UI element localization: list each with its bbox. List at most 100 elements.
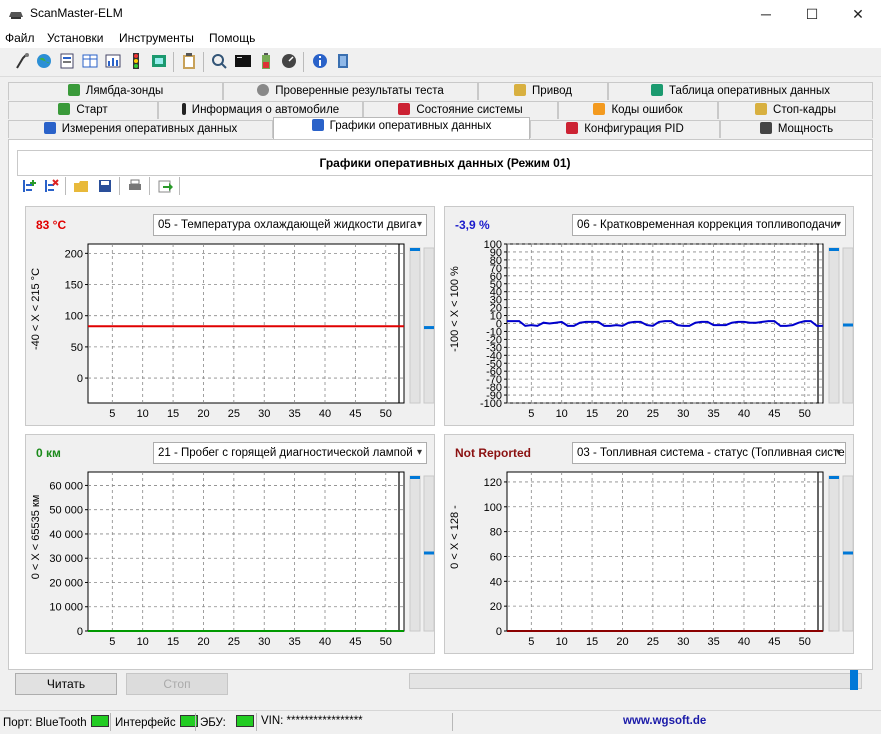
x-tick-label: 45 <box>768 636 780 648</box>
toolbar-separator <box>119 177 120 195</box>
x-tick-label: 15 <box>586 408 598 420</box>
add-graph-icon[interactable] <box>21 178 37 194</box>
connect-icon[interactable] <box>13 52 31 70</box>
exit-icon[interactable] <box>334 52 352 70</box>
menu-tools[interactable]: Инструменты <box>119 31 194 45</box>
menu-settings[interactable]: Установки <box>47 31 103 45</box>
x-tick-label: 30 <box>258 636 270 648</box>
document-icon[interactable] <box>58 52 76 70</box>
start-icon <box>58 103 71 115</box>
close-button[interactable]: ✕ <box>835 0 881 28</box>
tab-power[interactable]: Мощность <box>720 120 873 138</box>
x-tick-label: 5 <box>109 408 115 420</box>
x-tick-label: 50 <box>799 636 811 648</box>
plot-area <box>87 471 405 632</box>
y-tick-label: 40 000 <box>49 529 83 541</box>
ecu-led-icon <box>235 715 254 727</box>
warning-icon <box>593 103 606 115</box>
traffic-light-icon[interactable] <box>127 52 145 70</box>
x-tick-label: 45 <box>349 408 361 420</box>
gauge-marker <box>424 551 434 555</box>
search-monitor-icon[interactable] <box>210 52 228 70</box>
toolbar-separator <box>203 52 204 72</box>
y-tick-label: 200 <box>65 248 83 260</box>
tab-label: Стоп-кадры <box>773 104 836 116</box>
x-tick-label: 40 <box>738 408 750 420</box>
y-tick-label: 40 <box>490 576 502 588</box>
lambda-icon <box>67 84 80 96</box>
y-tick-label: 0 <box>77 373 83 385</box>
info-icon[interactable] <box>311 52 329 70</box>
chart-svg: 5 10 15 20 25 30 35 40 45 50-100-90-80-70-60-50-4… <box>480 239 854 420</box>
graph-icon <box>311 119 324 131</box>
tab-pid-config[interactable]: Конфигурация PID <box>530 120 720 138</box>
save-icon[interactable] <box>97 178 113 194</box>
menu-help[interactable]: Помощь <box>209 31 255 45</box>
maximize-button[interactable]: ☐ <box>789 0 835 28</box>
gauge-marker <box>843 551 853 555</box>
tab-freeze-frames[interactable]: Стоп-кадры <box>718 101 873 119</box>
tab-live-data-graphs[interactable]: Графики оперативных данных <box>273 117 530 139</box>
menu-file[interactable]: Файл <box>5 31 35 45</box>
print-icon[interactable] <box>127 178 143 194</box>
x-tick-label: 40 <box>319 408 331 420</box>
minimize-button[interactable]: ─ <box>743 0 789 28</box>
status-icon <box>398 103 411 115</box>
x-tick-label: 20 <box>197 636 209 648</box>
tab-start[interactable]: Старт <box>8 101 158 119</box>
x-tick-label: 50 <box>380 408 392 420</box>
chart-svg: 5 10 15 20 25 30 35 40 45 50 0 20 40 60 80 100 120 <box>484 471 854 648</box>
battery-icon[interactable] <box>257 52 275 70</box>
open-folder-icon[interactable] <box>73 178 89 194</box>
port-label: Порт: BlueTooth <box>3 717 87 729</box>
status-separator <box>195 713 196 731</box>
x-tick-label: 45 <box>349 636 361 648</box>
chart-panel-mil-distance: 0 км 21 - Пробег с горящей диагностическ… <box>25 434 435 654</box>
progress-slider-track[interactable] <box>409 673 862 689</box>
y-tick-label: 120 <box>484 477 502 489</box>
status-ecu: ЭБУ: <box>200 715 254 729</box>
tab-label: Информация о автомобиле <box>191 104 340 116</box>
tab-live-data-table[interactable]: Таблица оперативных данных <box>608 82 873 100</box>
interface-label: Интерфейс <box>115 717 176 729</box>
website-link[interactable]: www.wgsoft.de <box>623 715 706 727</box>
y-tick-label: 50 <box>71 342 83 354</box>
x-tick-label: 25 <box>228 408 240 420</box>
tab-lambda-probes[interactable]: Лямбда-зонды <box>8 82 223 100</box>
remove-graph-icon[interactable] <box>43 178 59 194</box>
tab-label: Графики оперативных данных <box>329 120 492 132</box>
toolbar-separator <box>179 177 180 195</box>
progress-slider-thumb[interactable] <box>850 670 858 690</box>
export-icon[interactable] <box>157 178 173 194</box>
actuator-icon <box>514 84 527 96</box>
x-tick-label: 5 <box>528 636 534 648</box>
terminal-icon[interactable] <box>234 52 252 70</box>
tab-label: Коды ошибок <box>611 104 683 116</box>
tab-live-data-measure[interactable]: Измерения оперативных данных <box>8 120 273 138</box>
globe-icon[interactable] <box>35 52 53 70</box>
y-tick-label: 100 <box>484 502 502 514</box>
graph-icon[interactable] <box>104 52 122 70</box>
x-tick-label: 40 <box>738 636 750 648</box>
tab-actuator[interactable]: Привод <box>478 82 608 100</box>
tab-label: Таблица оперативных данных <box>668 85 831 97</box>
tab-trouble-codes[interactable]: Коды ошибок <box>558 101 718 119</box>
x-tick-label: 30 <box>677 636 689 648</box>
ecu-label: ЭБУ: <box>200 717 226 729</box>
freeze-frame-icon[interactable] <box>150 52 168 70</box>
clipboard-icon[interactable] <box>180 52 198 70</box>
x-tick-label: 5 <box>109 636 115 648</box>
chart-panel-fuel-system: Not Reported 03 - Топливная система - ст… <box>444 434 854 654</box>
table-icon[interactable] <box>81 52 99 70</box>
status-interface: Интерфейс <box>115 715 198 729</box>
stop-button[interactable]: Стоп <box>126 673 228 695</box>
read-button[interactable]: Читать <box>15 673 117 695</box>
y-tick-label: 30 000 <box>49 553 83 565</box>
x-tick-label: 20 <box>616 636 628 648</box>
chart-svg: 5 10 15 20 25 30 35 40 45 50 0 50 100 150 200 <box>65 243 435 420</box>
tab-test-results[interactable]: Проверенные результаты теста <box>223 82 478 100</box>
tab-label: Проверенные результаты теста <box>275 85 444 97</box>
status-separator <box>256 713 257 731</box>
power-icon <box>759 122 772 134</box>
gauge-icon[interactable] <box>280 52 298 70</box>
